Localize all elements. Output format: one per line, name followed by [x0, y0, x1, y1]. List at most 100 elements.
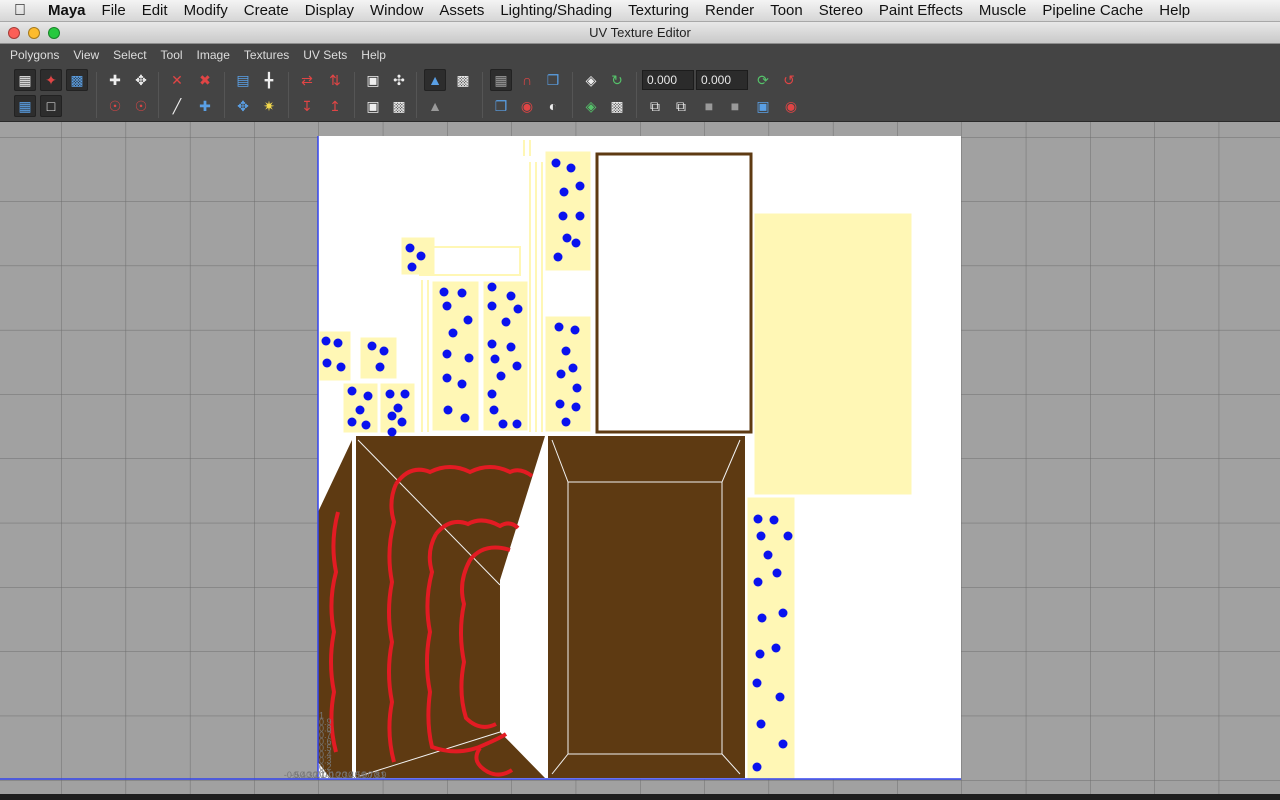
delete-icon[interactable]: ■ — [698, 95, 720, 117]
close-window-icon[interactable] — [8, 27, 20, 39]
align-v-icon[interactable]: ↧ — [296, 95, 318, 117]
straighten-icon[interactable]: ╱ — [166, 95, 188, 117]
lasso-icon[interactable]: ☉ — [104, 95, 126, 117]
rotate-uv-icon[interactable]: ✥ — [130, 69, 152, 91]
mac-menu-modify[interactable]: Modify — [176, 2, 236, 19]
uv-canvas[interactable]: -0.5-0.4-0.3-0.2-0.10 0.10.20.30.40.50.60… — [0, 122, 1280, 794]
uv-grid-icon[interactable]: ▦ — [14, 69, 36, 91]
stack-icon[interactable]: ▣ — [362, 95, 384, 117]
uv-lattice-icon[interactable]: ✦ — [40, 69, 62, 91]
shaded-uv-icon[interactable]: ↻ — [606, 69, 628, 91]
psd-icon[interactable]: ◈ — [580, 69, 602, 91]
unfold-icon[interactable]: ✥ — [232, 95, 254, 117]
mac-menu-muscle[interactable]: Muscle — [971, 2, 1035, 19]
pivot-icon[interactable]: ✚ — [194, 95, 216, 117]
editor-menu-textures[interactable]: Textures — [238, 48, 295, 62]
grid-toggle-icon[interactable]: ▦ — [490, 69, 512, 91]
uv-vertex-dot — [487, 339, 497, 349]
move-uv-icon[interactable]: ✚ — [104, 69, 126, 91]
uv-select-icon[interactable]: ▦ — [14, 95, 36, 117]
uv-vertex-dot — [753, 577, 763, 587]
mac-menu-stereo[interactable]: Stereo — [811, 2, 871, 19]
uv-vertex-dot — [487, 301, 497, 311]
rgb-channel-icon[interactable]: ◐ — [542, 95, 564, 117]
uv-snapshot-icon[interactable]: ▣ — [752, 95, 774, 117]
checker-map-icon[interactable]: ▩ — [606, 95, 628, 117]
uv-smudge-icon[interactable]: ▩ — [66, 69, 88, 91]
paste-icon[interactable]: ⧉ — [670, 95, 692, 117]
mac-menu-file[interactable]: File — [94, 2, 134, 19]
cut-uv-icon[interactable]: ✕ — [166, 69, 188, 91]
copy-icon[interactable]: ⧉ — [644, 95, 666, 117]
grab-icon[interactable]: ☉ — [130, 95, 152, 117]
layout-uv-icon[interactable]: ▤ — [232, 69, 254, 91]
magnet-icon[interactable]: ∩ — [516, 69, 538, 91]
align-u-icon[interactable]: ╋ — [258, 69, 280, 91]
uv-vertex-dot — [756, 531, 766, 541]
mac-menu-pipeline-cache[interactable]: Pipeline Cache — [1034, 2, 1151, 19]
snap-icon[interactable]: ▣ — [362, 69, 384, 91]
editor-menu-help[interactable]: Help — [355, 48, 392, 62]
editor-menu-view[interactable]: View — [67, 48, 105, 62]
mac-menu-render[interactable]: Render — [697, 2, 762, 19]
mac-menu-bar:  MayaFileEditModifyCreateDisplayWindowA… — [0, 0, 1280, 22]
checker-icon[interactable]: ▩ — [452, 69, 474, 91]
editor-menu-select[interactable]: Select — [107, 48, 152, 62]
mac-menu-toon[interactable]: Toon — [762, 2, 811, 19]
mac-menu-lighting-shading[interactable]: Lighting/Shading — [492, 2, 620, 19]
uv-vertex-dot — [363, 391, 373, 401]
split-uv-icon[interactable]: ✣ — [388, 69, 410, 91]
uv-shell-blank[interactable] — [595, 152, 753, 434]
mac-menu-window[interactable]: Window — [362, 2, 431, 19]
zoom-window-icon[interactable] — [48, 27, 60, 39]
v-value-field[interactable]: 0.000 — [696, 70, 748, 90]
uv-vertex-dot — [561, 417, 571, 427]
uv-vertex-dot — [556, 369, 566, 379]
u-value-field[interactable]: 0.000 — [642, 70, 694, 90]
flip-u-icon[interactable]: ⇄ — [296, 69, 318, 91]
uv-vertex-dot — [769, 515, 779, 525]
relax-icon[interactable]: ✷ — [258, 95, 280, 117]
texture-borders-icon[interactable]: ❐ — [490, 95, 512, 117]
distortion-icon[interactable]: ◉ — [516, 95, 538, 117]
editor-menu-tool[interactable]: Tool — [155, 48, 189, 62]
uv-toolbar: ▦ ✦ ▩ ✚ ✥ ✕ ✖ ▤ ╋ ⇄ ⇅ ▣ ✣ ▲ ▩ ▦ ∩ ❐ ◈ ↻ … — [0, 66, 1280, 122]
mac-menu-help[interactable]: Help — [1151, 2, 1198, 19]
uv-vertex-dot — [442, 349, 452, 359]
uv-set-icon[interactable]: ◉ — [780, 95, 802, 117]
uv-vertex-dot — [561, 346, 571, 356]
normalize-icon[interactable]: ↥ — [324, 95, 346, 117]
window-title: UV Texture Editor — [589, 25, 691, 40]
apply-uv-value-icon[interactable]: ⟳ — [752, 69, 774, 91]
mac-menu-texturing[interactable]: Texturing — [620, 2, 697, 19]
uv-vertex-dot — [562, 233, 572, 243]
mac-menu-create[interactable]: Create — [236, 2, 297, 19]
editor-menu-polygons[interactable]: Polygons — [4, 48, 65, 62]
mac-menu-paint-effects[interactable]: Paint Effects — [871, 2, 971, 19]
minimize-window-icon[interactable] — [28, 27, 40, 39]
mac-menu-assets[interactable]: Assets — [431, 2, 492, 19]
uv-vertex-dot — [416, 251, 426, 261]
uv-viewport[interactable]: -0.5 -0.4 -0.3 -0.2 -0.1 0 0.1 0.2 0.3 0.4 0.5 0.6 0… — [0, 122, 1280, 794]
apple-logo-icon[interactable]:  — [0, 2, 40, 20]
mac-menu-display[interactable]: Display — [297, 2, 362, 19]
isolate-icon[interactable]: ❐ — [542, 69, 564, 91]
uv-vertex-dot — [513, 304, 523, 314]
editor-menu-bar: Polygons View Select Tool Image Textures UV Se… — [0, 44, 1280, 66]
mac-menu-maya[interactable]: Maya — [40, 2, 94, 19]
sew-uv-icon[interactable]: ✖ — [194, 69, 216, 91]
editor-menu-uv-sets[interactable]: UV Sets — [297, 48, 353, 62]
uv-vertex-dot — [566, 163, 576, 173]
uv-vertex-dot — [756, 719, 766, 729]
checker-tile-icon[interactable]: ◈ — [580, 95, 602, 117]
distribute-icon[interactable]: ▩ — [388, 95, 410, 117]
stamp-icon[interactable]: ■ — [724, 95, 746, 117]
image-display-icon[interactable]: ▲ — [424, 69, 446, 91]
text-edit-icon[interactable]: □ — [40, 95, 62, 117]
uv-vertex-dot — [321, 336, 331, 346]
reset-uv-value-icon[interactable]: ↺ — [778, 69, 800, 91]
dim-image-icon[interactable]: ▲ — [424, 95, 446, 117]
mac-menu-edit[interactable]: Edit — [134, 2, 176, 19]
flip-v-icon[interactable]: ⇅ — [324, 69, 346, 91]
editor-menu-image[interactable]: Image — [191, 48, 236, 62]
